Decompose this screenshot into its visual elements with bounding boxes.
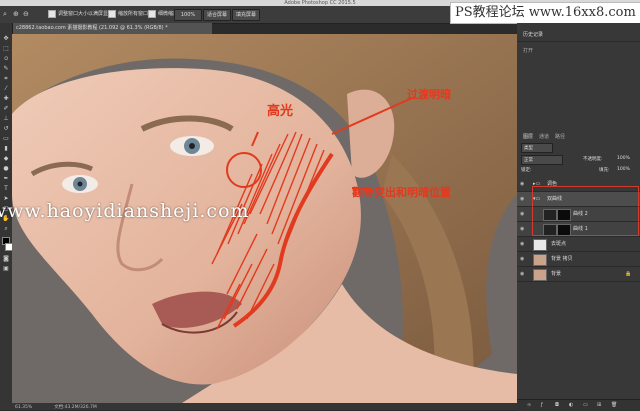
fill-screen-button[interactable]: 填充屏幕: [232, 9, 260, 21]
history-panel: 历史记录 打开: [517, 23, 640, 132]
zoom-100-button[interactable]: 100%: [174, 9, 202, 21]
visibility-eye-icon[interactable]: ◉: [520, 241, 524, 247]
lock-icon: 🔒: [625, 271, 632, 277]
blend-mode-value: 正常: [524, 158, 533, 163]
layer-row[interactable]: ◉ 去斑点: [517, 237, 640, 252]
document-tab-label: c28862.taobao.com 素描摄影教程 (21.092 @ 61.3%…: [16, 25, 168, 31]
marquee-tool-icon[interactable]: ⬚: [2, 45, 10, 52]
layer-name: 背景: [551, 271, 562, 277]
history-brush-icon[interactable]: ↺: [2, 125, 10, 132]
adjustment-icon[interactable]: ◐: [569, 402, 573, 408]
gradient-tool-icon[interactable]: ▮: [2, 145, 10, 152]
visibility-eye-icon[interactable]: ◉: [520, 256, 524, 262]
watermark-text: www.haoyidiansheji.com: [0, 200, 250, 222]
fx-icon[interactable]: ƒ: [541, 402, 543, 408]
layers-panel: 图层 通道 路径 类型 正常 不透明度: 100% 锁定: 填充: 100% ◉…: [517, 131, 640, 411]
quick-mask-icon[interactable]: ◙: [2, 255, 10, 262]
zoom-tool-icon[interactable]: ⌕: [2, 225, 10, 232]
clone-stamp-icon[interactable]: ⊥: [2, 115, 10, 122]
checkbox-icon[interactable]: [48, 9, 56, 18]
visibility-eye-icon[interactable]: ◉: [520, 211, 524, 217]
layer-name: 去斑点: [551, 241, 567, 247]
mask-icon[interactable]: ◘: [555, 402, 559, 408]
layer-row[interactable]: ◉ 背景 🔒: [517, 267, 640, 282]
annotation-highlight: 高光: [267, 104, 294, 119]
healing-brush-icon[interactable]: ✚: [2, 95, 10, 102]
visibility-eye-icon[interactable]: ◉: [520, 226, 524, 232]
layer-thumb: [533, 239, 547, 251]
tab-layers[interactable]: 图层: [523, 133, 533, 140]
link-icon[interactable]: ∞: [527, 402, 531, 408]
highlight-circle: [226, 152, 262, 188]
resize-windows-checkbox[interactable]: 调整窗口大小以满屏显示: [48, 6, 113, 23]
dodge-tool-icon[interactable]: ●: [2, 165, 10, 172]
zoom-in-icon[interactable]: ⊕: [13, 10, 19, 18]
lock-label: 锁定:: [521, 168, 532, 173]
checkbox-icon[interactable]: [108, 9, 116, 18]
screen-mode-icon[interactable]: ▣: [2, 265, 10, 272]
document-info[interactable]: 文档:43.2M/326.7M: [34, 405, 97, 410]
blur-tool-icon[interactable]: ◆: [2, 155, 10, 162]
lasso-tool-icon[interactable]: ഠ: [2, 55, 10, 62]
site-badge: PS教程论坛 www.16xx8.com: [450, 2, 640, 24]
annotation-shadow-note: 过渡明暗: [407, 88, 451, 101]
group-icon[interactable]: ▭: [583, 402, 588, 408]
document-tab[interactable]: c28862.taobao.com 素描摄影教程 (21.092 @ 61.3%…: [12, 23, 212, 34]
selection-highlight: [532, 186, 639, 236]
layer-kind-filter[interactable]: 类型: [521, 143, 553, 153]
layer-thumb: [533, 269, 547, 281]
opacity-value[interactable]: 100%: [617, 156, 630, 161]
history-item[interactable]: 打开: [523, 47, 533, 54]
zoom-all-windows-checkbox[interactable]: 缩放所有窗口: [108, 6, 148, 23]
status-bar: 61.35% 文档:43.2M/326.7M: [12, 403, 517, 410]
annotation-contour-note: 颧骨突出和明暗位置: [352, 186, 451, 199]
tab-paths[interactable]: 路径: [555, 133, 565, 140]
checkbox-icon[interactable]: [148, 9, 156, 18]
fit-screen-button[interactable]: 适合屏幕: [203, 9, 231, 21]
visibility-eye-icon[interactable]: ◉: [520, 196, 524, 202]
zoom-out-icon[interactable]: ⊖: [23, 10, 29, 18]
zoom-all-windows-label: 缩放所有窗口: [118, 11, 149, 17]
eraser-tool-icon[interactable]: ▭: [2, 135, 10, 142]
brush-tool-icon[interactable]: ✐: [2, 105, 10, 112]
divider: [517, 41, 640, 42]
layer-row[interactable]: ◉ 背景 拷贝: [517, 252, 640, 267]
history-tab[interactable]: 历史记录: [523, 31, 543, 38]
visibility-eye-icon[interactable]: ◉: [520, 271, 524, 277]
visibility-eye-icon[interactable]: ◉: [520, 181, 524, 187]
resize-windows-label: 调整窗口大小以满屏显示: [58, 11, 114, 17]
opacity-label: 不透明度:: [583, 157, 603, 162]
highlight-pointer: [251, 131, 259, 147]
blend-mode-select[interactable]: 正常: [521, 155, 563, 165]
pen-tool-icon[interactable]: ✒: [2, 175, 10, 182]
fill-label: 填充:: [599, 168, 610, 173]
eyedropper-tool-icon[interactable]: ⁄: [2, 85, 10, 92]
type-tool-icon[interactable]: T: [2, 185, 10, 192]
new-layer-icon[interactable]: ⊞: [597, 402, 601, 408]
zoom-tool-icon[interactable]: ⌕: [3, 10, 7, 19]
layer-thumb: [533, 254, 547, 266]
crop-tool-icon[interactable]: ⌗: [2, 75, 10, 82]
trash-icon[interactable]: 🗑: [611, 402, 617, 408]
layer-kind-label: 类型: [524, 146, 533, 151]
site-badge-text: PS教程论坛 www.16xx8.com: [455, 5, 636, 20]
tab-channels[interactable]: 通道: [539, 133, 549, 140]
arrow-upper: [331, 97, 413, 135]
move-tool-icon[interactable]: ✥: [2, 35, 10, 42]
fill-value[interactable]: 100%: [617, 167, 630, 172]
quick-select-tool-icon[interactable]: ✎: [2, 65, 10, 72]
layers-footer: ∞ ƒ ◘ ◐ ▭ ⊞ 🗑: [517, 399, 640, 411]
layer-name: 背景 拷贝: [551, 256, 573, 262]
zoom-readout: 61.35%: [15, 405, 33, 410]
